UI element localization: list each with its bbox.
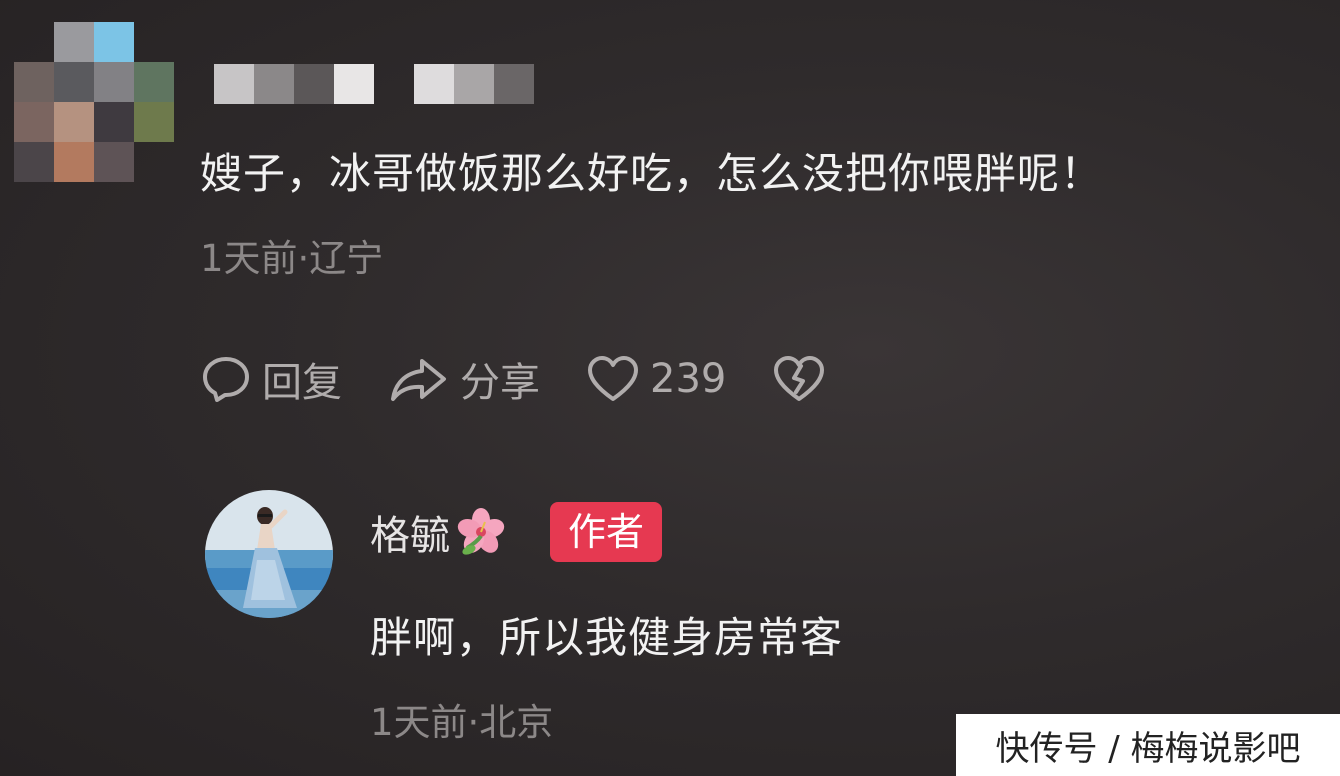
like-count: 239 <box>650 356 727 402</box>
hibiscus-flower-icon <box>457 508 505 555</box>
comment-meta: 1天前·辽宁 <box>200 237 384 280</box>
reply-text: 胖啊，所以我健身房常客 <box>370 613 844 662</box>
heart-icon <box>588 356 638 401</box>
comment-text: 嫂子，冰哥做饭那么好吃，怎么没把你喂胖呢！ <box>200 149 1104 198</box>
author-avatar[interactable] <box>205 490 333 618</box>
dislike-button[interactable] <box>772 354 826 404</box>
author-photo <box>205 490 333 618</box>
share-button[interactable]: 分享 <box>388 350 540 408</box>
commenter-avatar-blurred[interactable] <box>14 22 176 186</box>
share-label: 分享 <box>460 360 540 406</box>
watermark: 快传号 / 梅梅说影吧 <box>956 714 1340 776</box>
author-header: 格毓 作者 <box>370 500 663 564</box>
reply-meta: 1天前·北京 <box>370 701 554 744</box>
author-badge: 作者 <box>550 502 663 562</box>
reply-label: 回复 <box>262 360 342 406</box>
like-button[interactable]: 239 <box>586 354 726 404</box>
comment-action-bar: 回复 分享 239 <box>200 350 872 408</box>
share-arrow-icon <box>391 359 446 401</box>
comment-bubble-icon <box>203 357 249 402</box>
comment-thread: 嫂子，冰哥做饭那么好吃，怎么没把你喂胖呢！ 1天前·辽宁 回复 分享 239 格… <box>0 0 1340 776</box>
author-name[interactable]: 格毓 <box>370 503 450 561</box>
commenter-name-blurred[interactable] <box>214 64 534 104</box>
reply-button[interactable]: 回复 <box>200 350 342 408</box>
broken-heart-icon <box>774 356 825 401</box>
